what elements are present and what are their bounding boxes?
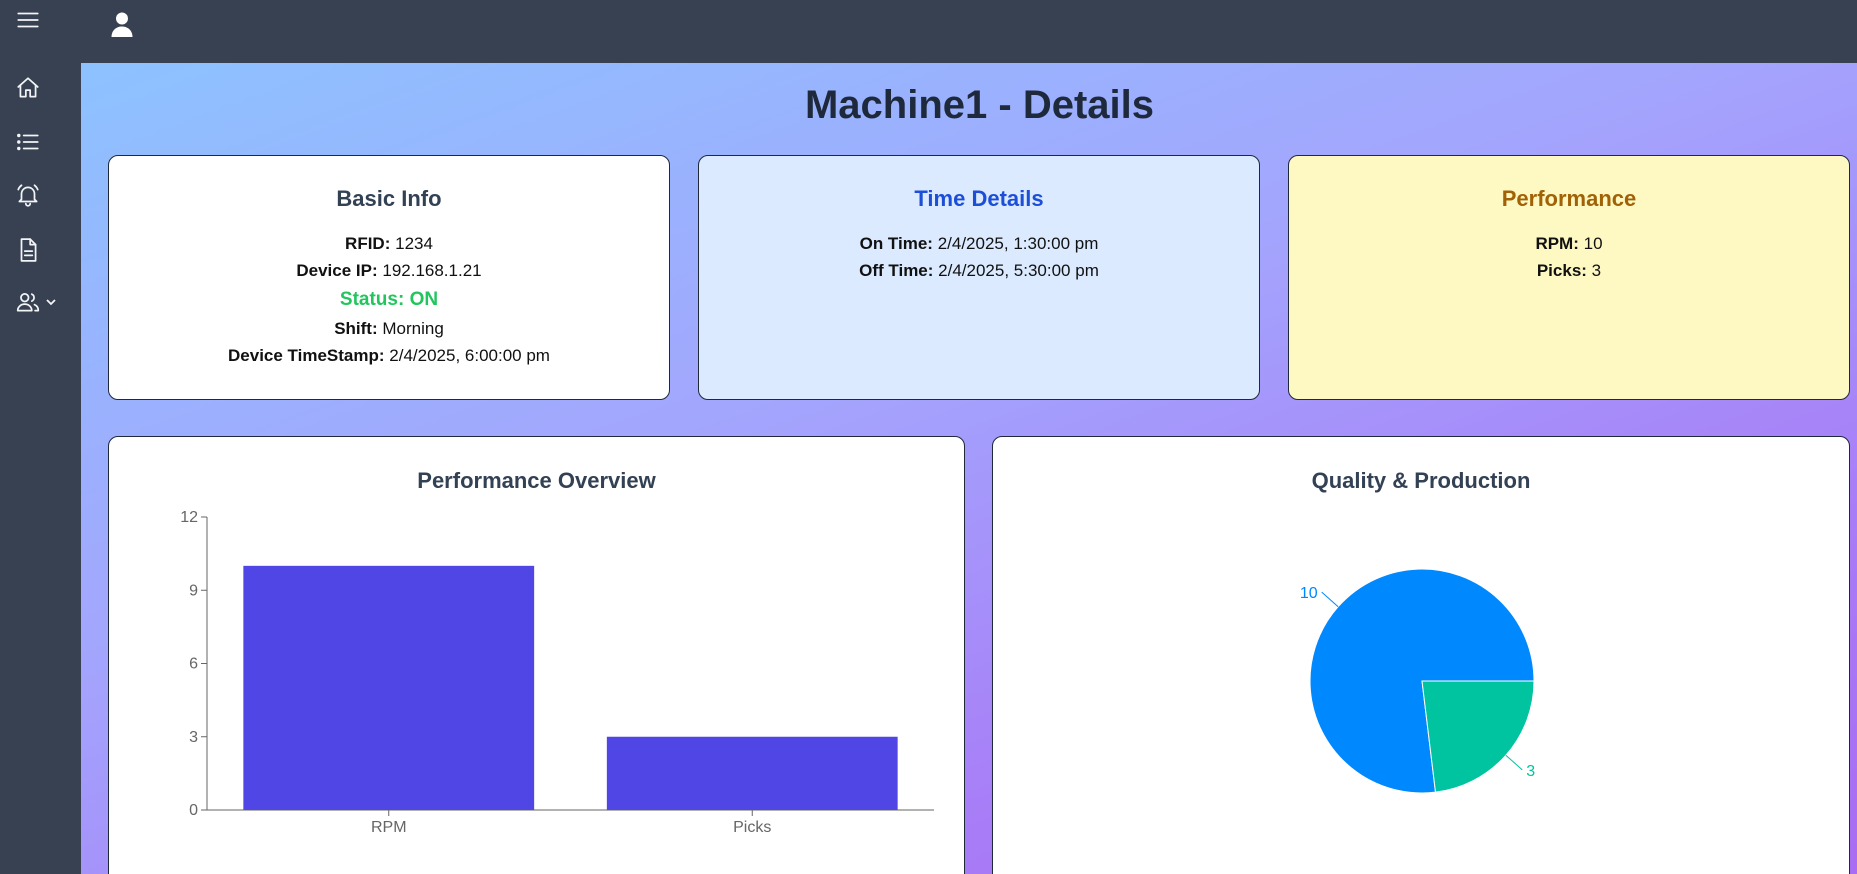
pie-slice-1: [1421, 680, 1535, 793]
home-icon[interactable]: [14, 74, 42, 102]
sidebar: [0, 0, 81, 874]
main-content: Machine1 - Details Basic Info RFID: 1234…: [81, 63, 1857, 874]
on-time-label: On Time:: [859, 234, 933, 253]
x-tick-label: RPM: [371, 819, 407, 836]
bell-icon[interactable]: [14, 181, 42, 209]
rpm-label: RPM:: [1535, 234, 1579, 253]
pie-label-line: [1505, 754, 1523, 771]
bar-picks: [606, 736, 898, 810]
device-timestamp-label: Device TimeStamp:: [228, 346, 385, 365]
shift-label: Shift:: [334, 319, 378, 338]
y-tick-label: 6: [189, 656, 198, 673]
device-timestamp-row: Device TimeStamp: 2/4/2025, 6:00:00 pm: [109, 342, 669, 369]
shift-row: Shift: Morning: [109, 315, 669, 342]
time-details-title: Time Details: [914, 186, 1044, 211]
user-icon[interactable]: [109, 10, 135, 38]
page-title: Machine1 - Details: [804, 83, 1154, 127]
quality-production-pie-chart: 10 3: [1300, 568, 1535, 794]
rfid-value: 1234: [395, 234, 433, 253]
device-timestamp-value: 2/4/2025, 6:00:00 pm: [389, 346, 550, 365]
performance-overview-panel: Performance Overview 0 3 6 9 12 RPM Picks: [108, 436, 965, 874]
on-time-row: On Time: 2/4/2025, 1:30:00 pm: [699, 230, 1259, 257]
pie-label: 10: [1300, 585, 1318, 602]
bar-rpm: [243, 565, 535, 810]
picks-value: 3: [1591, 261, 1602, 280]
off-time-label: Off Time:: [859, 261, 934, 280]
picks-row: Picks: 3: [1289, 257, 1849, 284]
y-tick-label: 0: [189, 802, 198, 819]
off-time-row: Off Time: 2/4/2025, 5:30:00 pm: [699, 257, 1259, 284]
rpm-value: 10: [1583, 234, 1603, 253]
pie-label: 3: [1526, 763, 1535, 780]
users-icon[interactable]: [14, 288, 42, 316]
device-ip-value: 192.168.1.21: [382, 261, 482, 280]
pie-label-line: [1321, 591, 1339, 608]
y-tick-label: 9: [189, 582, 198, 599]
device-ip-label: Device IP:: [296, 261, 378, 280]
hamburger-icon[interactable]: [14, 6, 42, 34]
y-tick-label: 12: [180, 509, 198, 526]
status-value: ON: [409, 289, 439, 310]
shift-value: Morning: [382, 319, 444, 338]
performance-title: Performance: [1501, 186, 1637, 211]
status-label: Status:: [339, 289, 405, 310]
basic-info-card: Basic Info RFID: 1234 Device IP: 192.168…: [108, 155, 670, 400]
off-time-value: 2/4/2025, 5:30:00 pm: [938, 261, 1099, 280]
rpm-row: RPM: 10: [1289, 230, 1849, 257]
document-icon[interactable]: [14, 236, 42, 264]
performance-card: Performance RPM: 10 Picks: 3: [1288, 155, 1850, 400]
device-ip-row: Device IP: 192.168.1.21: [109, 257, 669, 284]
rfid-row: RFID: 1234: [109, 230, 669, 257]
on-time-value: 2/4/2025, 1:30:00 pm: [937, 234, 1099, 253]
quality-production-panel: Quality & Production 10 3: [992, 436, 1850, 874]
performance-overview-bar-chart: 0 3 6 9 12 RPM Picks: [180, 509, 934, 836]
chevron-down-icon[interactable]: [44, 295, 58, 309]
time-details-card: Time Details On Time: 2/4/2025, 1:30:00 …: [698, 155, 1260, 400]
list-icon[interactable]: [14, 128, 42, 156]
x-tick-label: Picks: [733, 819, 771, 836]
rfid-label: RFID:: [345, 234, 391, 253]
top-bar: [81, 0, 1857, 63]
y-tick-label: 3: [189, 729, 198, 746]
picks-label: Picks:: [1536, 261, 1587, 280]
basic-info-title: Basic Info: [336, 186, 442, 211]
status-row: Status: ON: [109, 284, 669, 315]
